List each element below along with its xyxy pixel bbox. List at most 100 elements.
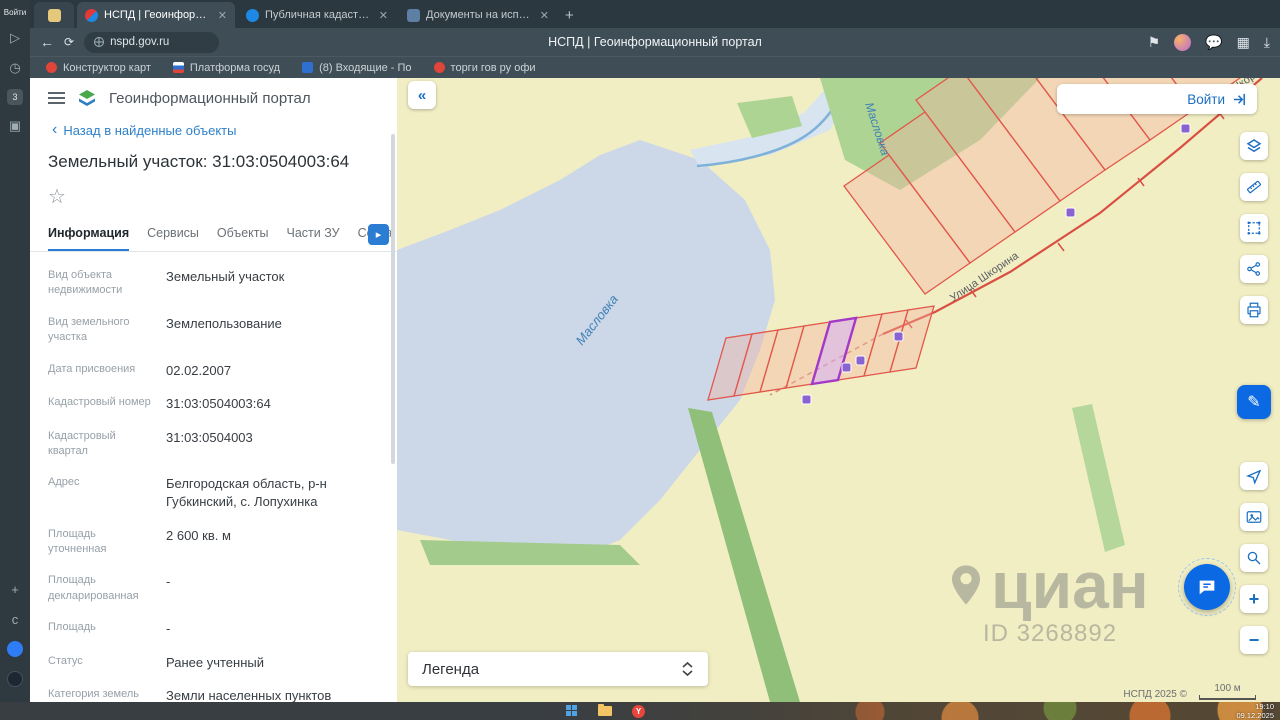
services-app-icon[interactable] [6,670,24,688]
ruler-button[interactable] [1240,173,1268,201]
measure-area-button[interactable] [1240,214,1268,242]
back-icon[interactable]: ← [40,35,54,49]
field-row: Вид объекта недвижимости Земельный участ… [48,260,383,307]
field-row: Вид земельного участка Землепользование [48,307,383,354]
geoportal-app: Геоинформационный портал ‹ Назад в найде… [30,78,1280,702]
file-explorer-icon[interactable] [598,704,612,716]
profile-avatar[interactable] [1174,33,1192,51]
messenger-icon[interactable]: 💬 [1205,35,1222,49]
reload-icon[interactable]: ⟳ [64,36,74,48]
bookmark-favicon [302,62,314,73]
bookmark-item[interactable]: (8) Входящие - По [302,62,412,74]
object-attributes: Вид объекта недвижимости Земельный участ… [30,252,397,702]
address-bar[interactable]: nspd.gov.ru [84,31,220,53]
map-login-bar[interactable]: Войти [1057,84,1257,114]
start-button[interactable] [566,705,578,717]
bookmark-item[interactable]: Конструктор карт [46,62,151,74]
browser-side-panel: Войти ▷ ◷ 3 ▣ + с [0,0,30,702]
tab-title: Публичная кадастровая к [265,9,373,21]
object-search-button[interactable] [1240,544,1268,572]
tab-docs[interactable]: Документы на исполнени ✕ [399,2,557,28]
chat-icon [1199,580,1215,595]
field-value: 2 600 кв. м [166,527,231,543]
locate-button[interactable] [1240,462,1268,490]
pinned-tab-favicon [47,8,61,22]
taskbar-clock[interactable]: 19:10 09.12.2025 [1236,702,1274,720]
close-tab-icon[interactable]: ✕ [540,9,549,22]
close-tab-icon[interactable]: ✕ [379,9,388,22]
collapse-panel-button[interactable]: « [408,81,436,109]
vegetation-strip [1072,404,1125,552]
add-service-icon[interactable]: + [6,580,24,598]
field-label: Дата присвоения [48,362,136,375]
favorite-star-icon[interactable]: ☆ [30,174,397,213]
nspd-favicon [85,8,98,22]
panel-tab[interactable]: Части ЗУ [286,217,339,251]
field-value: Белгородская область, р-н Губкинский, с.… [166,476,327,509]
screenshot-button[interactable] [1240,503,1268,531]
zoom-in-button[interactable]: + [1240,585,1268,613]
field-label: Адрес [48,476,80,489]
new-tab-button[interactable]: + [565,7,574,24]
share-button[interactable] [1240,255,1268,283]
print-button[interactable] [1240,296,1268,324]
image-icon [1246,511,1262,523]
notifications-badge[interactable]: 3 [7,89,23,105]
app-shortcut-icon[interactable]: с [6,610,24,628]
feedback-draw-button[interactable]: ✎ [1237,385,1271,419]
pinned-tab[interactable] [34,2,74,28]
back-to-results-link[interactable]: ‹ Назад в найденные объекты [30,116,397,142]
docs-favicon [407,8,420,22]
history-icon[interactable]: ◷ [6,59,24,77]
map-layers: Масловка Масловка Улица Шкорина Улица Шк… [397,78,1274,702]
field-label: Площадь уточненная [48,527,107,555]
video-panel-icon[interactable]: ▣ [6,117,24,135]
browser-login-button[interactable]: Войти [4,8,26,17]
bookmark-item[interactable]: Платформа госуд [172,62,280,74]
address-text: nspd.gov.ru [110,36,170,48]
chat-button[interactable] [1184,564,1230,610]
field-row: Дата присвоения 02.02.2007 [48,354,383,388]
field-row: Категория земель Земли населенных пункто… [48,679,383,702]
browser-taskbar-icon[interactable]: Y [632,704,645,718]
tab-pkk[interactable]: Публичная кадастровая к ✕ [238,2,396,28]
ruler-icon [1246,180,1262,194]
tab-title: Документы на исполнени [426,9,534,21]
legend-bar[interactable]: Легенда [408,652,708,686]
downloads-icon[interactable]: ⤓ [1264,35,1270,49]
bookmarks-bar: Конструктор карт Платформа госуд (8) Вхо… [30,56,1280,78]
panel-tabs: ИнформацияСервисыОбъектыЧасти ЗУСоста ▸ [30,217,397,252]
zoom-out-button[interactable]: − [1240,626,1268,654]
panels-icon[interactable]: ▦ [1237,35,1250,49]
tab-nspd[interactable]: НСПД | Геоинформац ✕ [77,2,235,28]
field-label: Кадастровый номер [48,396,151,409]
browser-toolbar: ← ⟳ nspd.gov.ru НСПД | Геоинформационный… [30,28,1280,56]
menu-icon[interactable] [48,92,65,104]
geoportal-logo-icon [79,90,95,106]
object-title: Земельный участок: 31:03:0504003:64 [48,152,350,171]
tabs-scroll-right-button[interactable]: ▸ [368,224,389,245]
field-value: 31:03:0504003:64 [166,396,271,412]
field-value: - [166,621,171,637]
field-value: 31:03:0504003 [166,429,253,445]
panel-scrollbar[interactable] [391,134,395,464]
field-value: Земельный участок [166,269,285,284]
layers-button[interactable] [1240,132,1268,160]
legend-label: Легенда [422,660,480,678]
panel-tab[interactable]: Объекты [217,217,269,251]
field-value: Землепользование [166,315,282,331]
panel-tab[interactable]: Информация [48,217,130,251]
screen: Войти ▷ ◷ 3 ▣ + с НСПД | Геоинформац ✕ П… [0,0,1280,720]
map-canvas[interactable]: Масловка Масловка Улица Шкорина Улица Шк… [397,78,1280,702]
print-icon [1247,302,1261,318]
panel-tab[interactable]: Сервисы [147,217,199,251]
field-label: Кадастровый квартал [48,429,116,458]
field-value: Земли населенных пунктов [166,688,332,702]
scale-label: 100 м [1214,683,1241,694]
bookmark-flag-icon[interactable]: ⚑ [1148,35,1161,49]
login-icon [1233,93,1245,105]
alice-icon[interactable]: ▷ [6,29,24,47]
messenger-app-icon[interactable] [6,640,24,658]
close-tab-icon[interactable]: ✕ [218,9,227,22]
bookmark-item[interactable]: торги гов ру офи [433,62,536,74]
